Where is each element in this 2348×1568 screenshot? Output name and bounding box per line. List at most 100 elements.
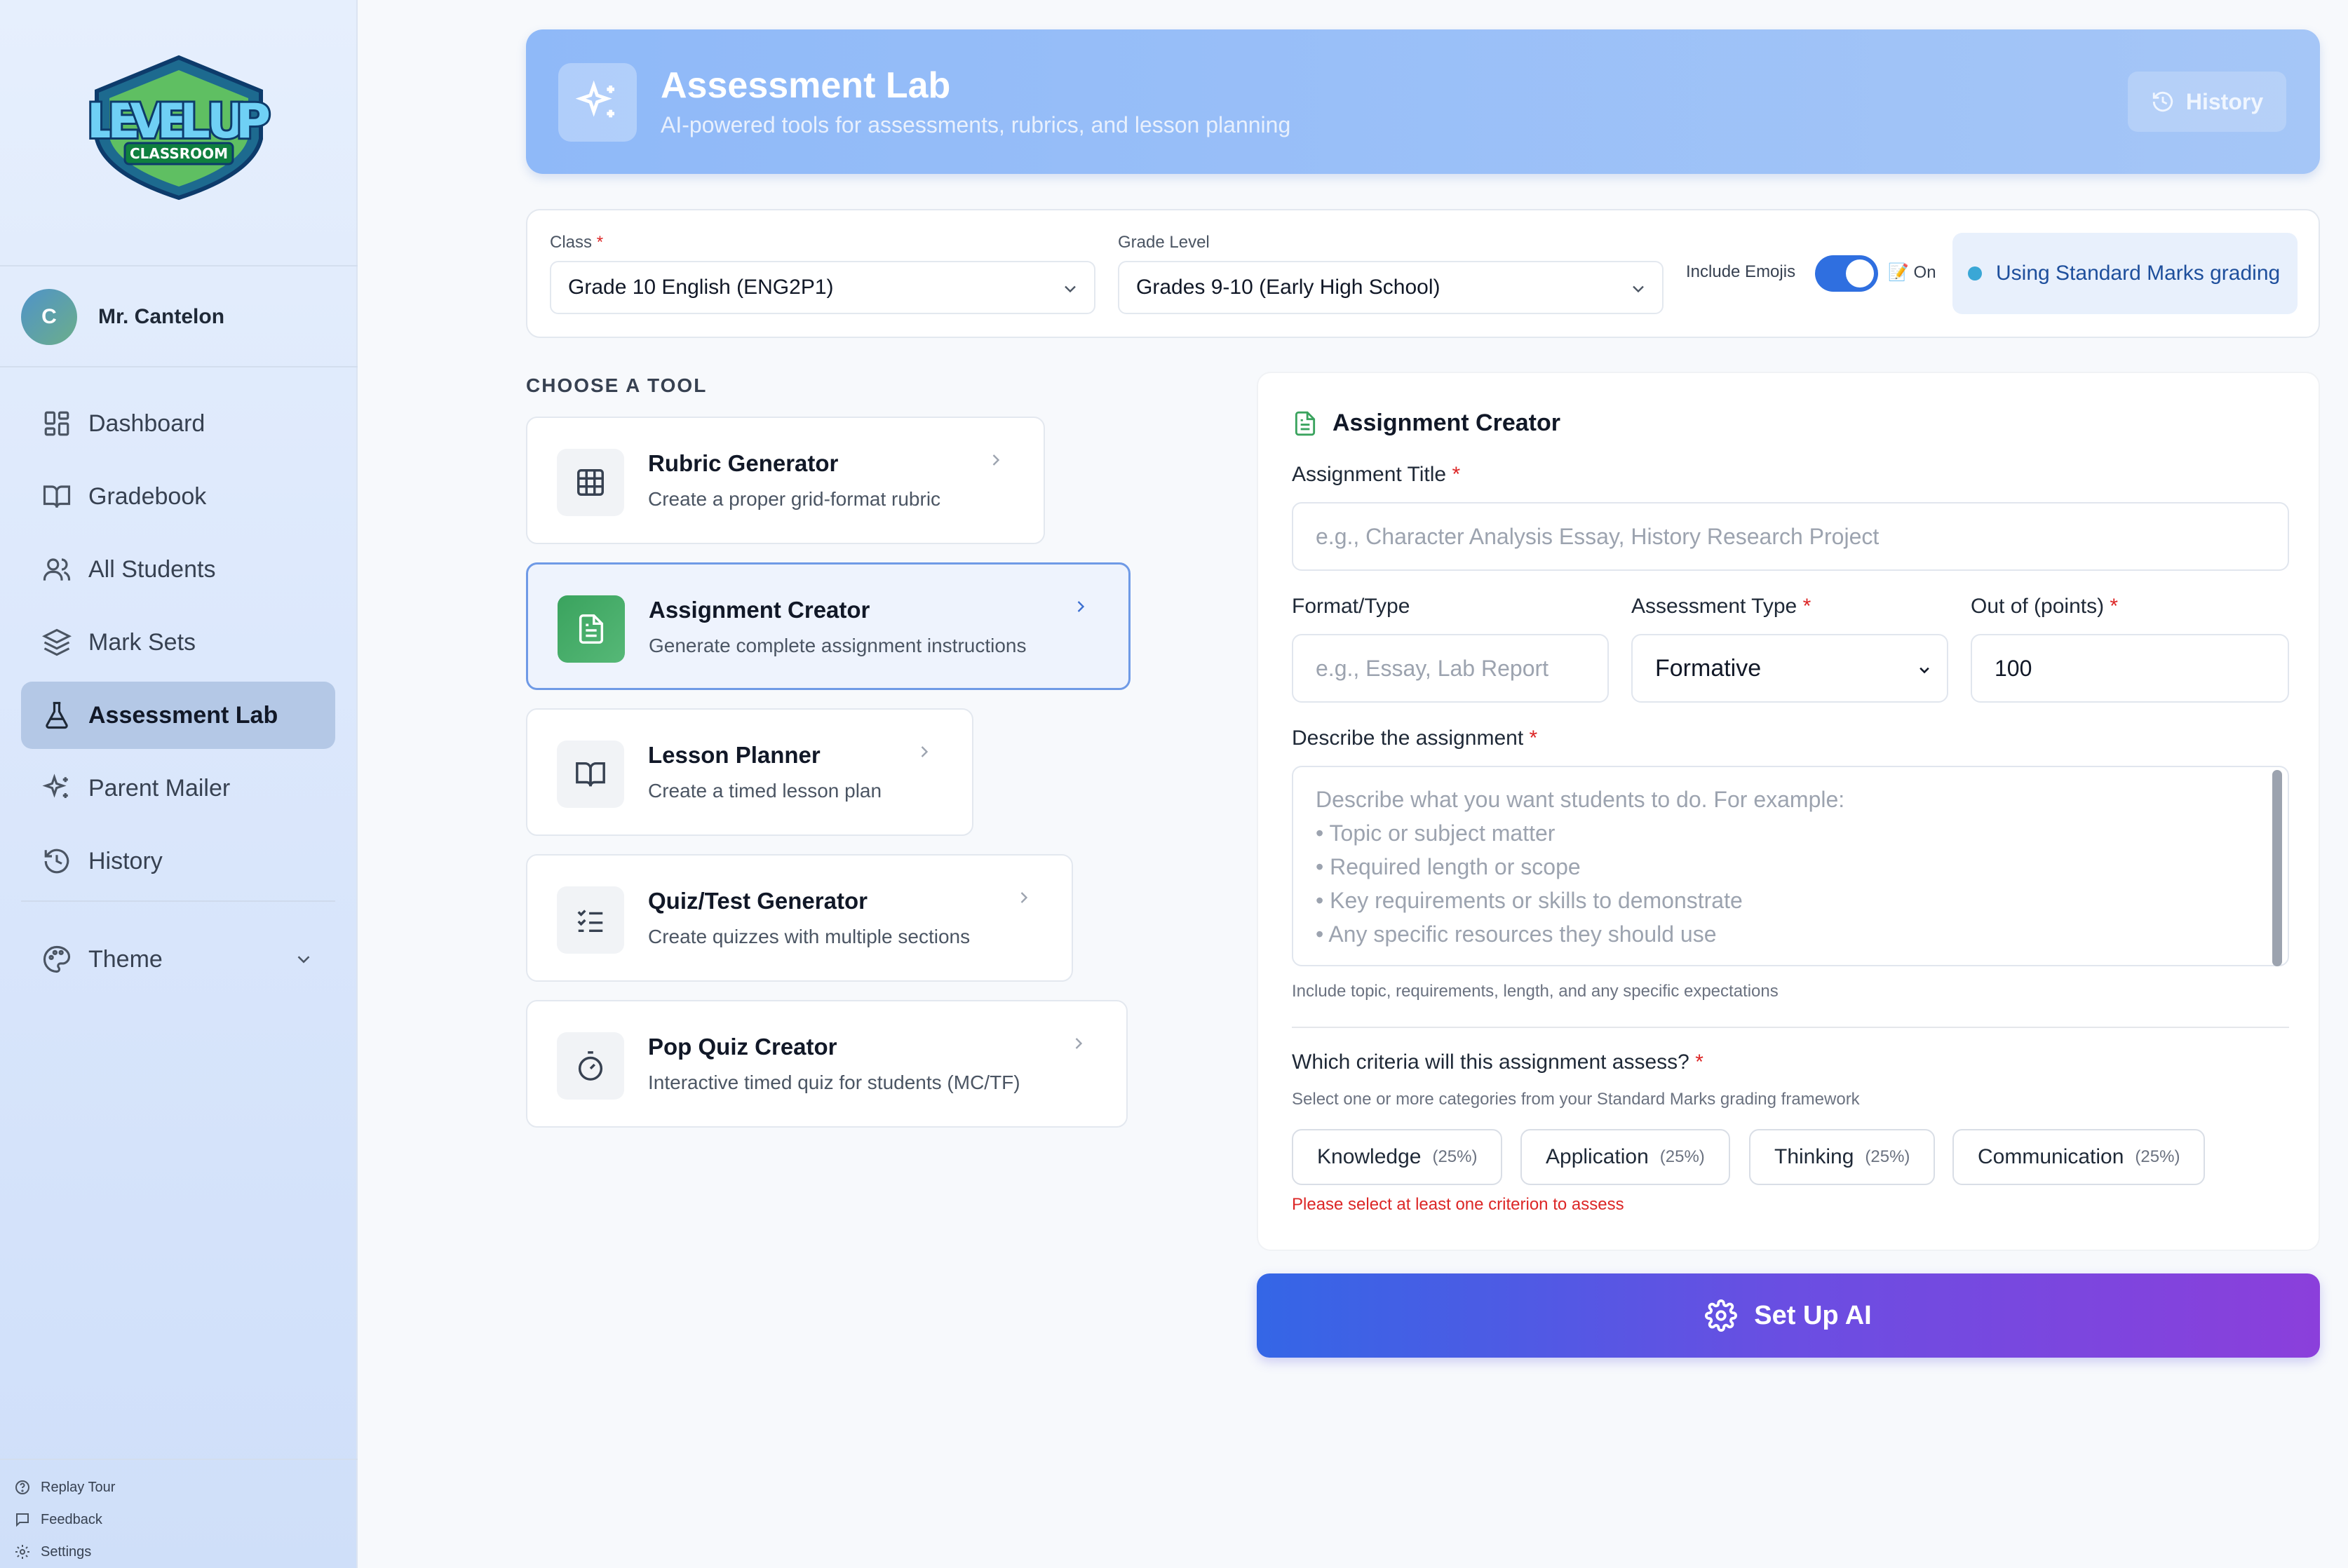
chevron-down-icon (1060, 279, 1080, 299)
emoji-toggle-state: 📝 On (1888, 263, 1936, 282)
flask-icon (42, 701, 72, 730)
sidebar-item-label: Mark Sets (88, 628, 196, 656)
criteria-label: Which criteria will this assignment asse… (1292, 1050, 1703, 1074)
chevron-right-icon (1069, 1034, 1088, 1053)
users-icon (42, 555, 72, 584)
tool-description: Generate complete assignment instruction… (649, 635, 1027, 656)
sidebar-item-all-students[interactable]: All Students (21, 536, 335, 603)
gear-icon (1705, 1299, 1738, 1332)
user-name: Mr. Cantelon (98, 305, 225, 328)
sidebar-item-label: All Students (88, 555, 216, 583)
tool-description: Create a proper grid-format rubric (648, 488, 941, 510)
chevron-right-icon (915, 742, 934, 762)
feedback-link[interactable]: Feedback (14, 1503, 115, 1536)
format-type-label: Format/Type (1292, 595, 1410, 618)
criterion-knowledge[interactable]: Knowledge (25%) (1292, 1129, 1503, 1185)
describe-textarea[interactable]: Describe what you want students to do. F… (1292, 766, 2289, 966)
grading-mode-badge: Using Standard Marks grading (1952, 233, 2298, 314)
tool-description: Interactive timed quiz for students (MC/… (648, 1072, 1020, 1093)
describe-placeholder-line: • Key requirements or skills to demonstr… (1316, 888, 1743, 913)
book-open-icon (42, 482, 72, 511)
sidebar-item-label: Dashboard (88, 410, 205, 437)
set-up-ai-button[interactable]: Set Up AI (1257, 1273, 2320, 1358)
criteria-error-message: Please select at least one criterion to … (1292, 1195, 1624, 1214)
describe-placeholder-line: • Topic or subject matter (1316, 820, 1556, 846)
chevron-right-icon (986, 450, 1006, 470)
criterion-label: Communication (1978, 1145, 2124, 1168)
list-checks-icon (557, 886, 624, 954)
criterion-thinking[interactable]: Thinking (25%) (1749, 1129, 1936, 1185)
help-circle-icon (14, 1479, 31, 1496)
theme-selector[interactable]: Theme (21, 926, 335, 993)
criterion-weight: (25%) (1659, 1147, 1705, 1166)
tool-list-heading: CHOOSE A TOOL (526, 374, 708, 396)
status-dot (1968, 266, 1982, 281)
replay-tour-label: Replay Tour (41, 1479, 116, 1495)
sidebar-footer: Replay Tour Feedback Settings (14, 1471, 115, 1568)
criterion-application[interactable]: Application (25%) (1520, 1129, 1730, 1185)
document-icon (558, 595, 625, 663)
theme-label: Theme (88, 945, 163, 973)
settings-label: Settings (41, 1543, 92, 1560)
assignment-form-panel: Assignment Creator Assignment Title * e.… (1257, 372, 2320, 1251)
chevron-down-icon (293, 949, 314, 970)
sparkles-icon (42, 773, 72, 803)
emoji-toggle[interactable] (1815, 255, 1878, 292)
criterion-label: Knowledge (1317, 1145, 1422, 1168)
tool-card-rubric-generator[interactable]: Rubric Generator Create a proper grid-fo… (526, 417, 1045, 544)
class-select-value: Grade 10 English (ENG2P1) (568, 276, 834, 299)
textarea-scrollbar[interactable] (2272, 770, 2282, 966)
sidebar-item-gradebook[interactable]: Gradebook (21, 463, 335, 530)
describe-placeholder-line: • Any specific resources they should use (1316, 921, 1717, 947)
assessment-type-label: Assessment Type * (1631, 595, 1811, 618)
criterion-weight: (25%) (2135, 1147, 2180, 1166)
grading-mode-text: Using Standard Marks grading (1996, 262, 2281, 285)
message-square-icon (14, 1511, 31, 1528)
describe-hint: Include topic, requirements, length, and… (1292, 982, 1779, 1001)
layout-grid-icon (42, 409, 72, 438)
sidebar-item-dashboard[interactable]: Dashboard (21, 390, 335, 457)
sidebar-item-parent-mailer[interactable]: Parent Mailer (21, 755, 335, 822)
points-input[interactable]: 100 (1971, 634, 2289, 703)
grade-level-select[interactable]: Grades 9-10 (Early High School) (1118, 261, 1664, 314)
criterion-communication[interactable]: Communication (25%) (1952, 1129, 2206, 1185)
tool-card-quiz-test-generator[interactable]: Quiz/Test Generator Create quizzes with … (526, 854, 1073, 982)
tool-title: Lesson Planner (648, 742, 821, 768)
tool-card-lesson-planner[interactable]: Lesson Planner Create a timed lesson pla… (526, 708, 973, 836)
sidebar: LEVEL UP CLASSROOM C Mr. Cantelon Dashbo… (0, 0, 358, 1568)
tool-card-pop-quiz-creator[interactable]: Pop Quiz Creator Interactive timed quiz … (526, 1000, 1128, 1128)
history-button-label: History (2185, 88, 2264, 114)
sidebar-item-history[interactable]: History (21, 827, 335, 895)
sidebar-item-mark-sets[interactable]: Mark Sets (21, 609, 335, 676)
filter-bar: Class * Grade 10 English (ENG2P1) Grade … (526, 209, 2320, 338)
panel-title: Assignment Creator (1292, 410, 1560, 437)
chevron-down-icon (1919, 667, 1929, 674)
chevron-down-icon (1628, 279, 1648, 299)
assignment-title-input[interactable]: e.g., Character Analysis Essay, History … (1292, 502, 2289, 571)
history-button[interactable]: History (2128, 72, 2286, 132)
settings-link[interactable]: Settings (14, 1536, 115, 1568)
history-icon (42, 846, 72, 876)
sidebar-item-assessment-lab[interactable]: Assessment Lab (21, 682, 335, 749)
page-subtitle: AI-powered tools for assessments, rubric… (661, 112, 1291, 137)
sidebar-item-label: Assessment Lab (88, 701, 278, 729)
tool-card-assignment-creator[interactable]: Assignment Creator Generate complete ass… (526, 562, 1131, 690)
criterion-label: Thinking (1774, 1145, 1854, 1168)
grid-icon (557, 449, 624, 516)
user-profile[interactable]: C Mr. Cantelon (21, 289, 224, 345)
assessment-type-select[interactable]: Formative (1631, 634, 1948, 703)
replay-tour-link[interactable]: Replay Tour (14, 1471, 115, 1503)
tool-title: Rubric Generator (648, 450, 839, 476)
app-logo[interactable]: LEVEL UP CLASSROOM (77, 55, 281, 202)
points-label: Out of (points) * (1971, 595, 2119, 618)
sidebar-nav: Dashboard Gradebook All Students Mark Se… (21, 390, 335, 900)
format-type-input[interactable]: e.g., Essay, Lab Report (1292, 634, 1609, 703)
class-label: Class * (550, 233, 604, 252)
tool-title: Pop Quiz Creator (648, 1034, 837, 1060)
chevron-right-icon (1014, 888, 1034, 907)
chevron-right-icon (1071, 597, 1091, 616)
panel-divider (1292, 1027, 2289, 1028)
criterion-weight: (25%) (1865, 1147, 1910, 1166)
class-select[interactable]: Grade 10 English (ENG2P1) (550, 261, 1095, 314)
sidebar-item-label: Parent Mailer (88, 774, 231, 802)
